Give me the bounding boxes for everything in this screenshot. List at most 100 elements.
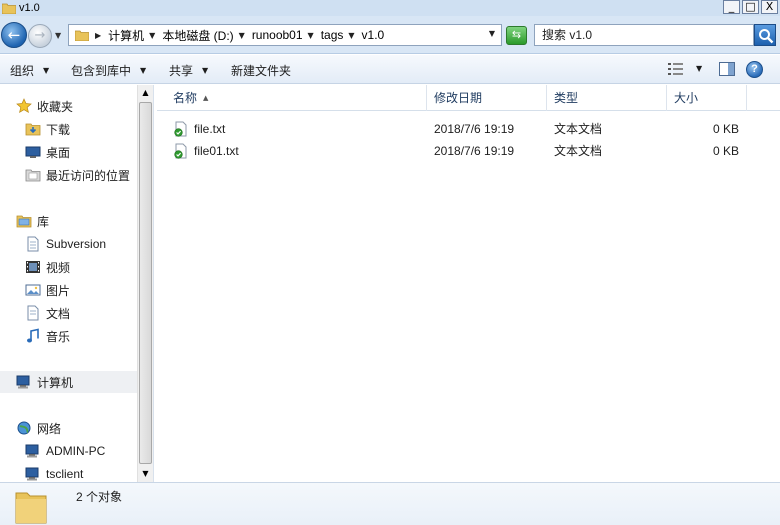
sort-ascending-icon: ▲ — [203, 94, 209, 102]
nav-item-tsclient[interactable]: tsclient — [0, 463, 137, 482]
nav-libraries[interactable]: 库 — [0, 210, 137, 232]
nav-label: ADMIN-PC — [46, 444, 106, 458]
nav-label: 网络 — [37, 421, 62, 436]
folder-icon — [2, 3, 16, 14]
back-button[interactable]: ← — [1, 22, 27, 48]
chevron-right-icon[interactable]: ▶ — [95, 31, 101, 40]
minimize-button[interactable]: _ — [723, 0, 740, 14]
nav-item-videos[interactable]: 视频 — [0, 256, 137, 278]
nav-label: 库 — [37, 214, 50, 229]
address-bar[interactable]: ▶ 计算机 ▼ 本地磁盘 (D:) ▼ runoob01 ▼ tags ▼ v1… — [68, 24, 502, 46]
music-icon — [27, 328, 39, 343]
view-options-icon[interactable] — [668, 63, 684, 75]
share-menu[interactable]: 共享 ▼ — [169, 62, 208, 79]
address-row: ← → ▼ ▶ 计算机 ▼ 本地磁盘 (D:) ▼ runoob01 ▼ tag… — [0, 16, 780, 54]
breadcrumb-item[interactable]: v1.0 — [362, 28, 385, 42]
maximize-button[interactable]: □ — [742, 0, 759, 14]
column-headers: 名称 ▲ 修改日期 类型 大小 — [157, 85, 780, 111]
file-modified: 2018/7/6 19:19 — [434, 144, 515, 158]
share-label: 共享 — [169, 64, 194, 78]
nav-label: tsclient — [46, 467, 84, 481]
item-count: 2 个对象 — [76, 490, 123, 504]
video-icon — [26, 261, 40, 273]
chevron-down-icon[interactable]: ▼ — [308, 31, 314, 40]
nav-item-documents[interactable]: 文档 — [0, 302, 137, 324]
new-folder-label: 新建文件夹 — [231, 64, 292, 78]
file-modified: 2018/7/6 19:19 — [434, 122, 515, 136]
nav-item-music[interactable]: 音乐 — [0, 325, 137, 347]
column-label: 名称 — [173, 91, 198, 105]
downloads-folder-icon — [25, 123, 41, 136]
chevron-down-icon: ▼ — [43, 66, 50, 75]
chevron-down-icon[interactable]: ▼ — [239, 31, 245, 40]
refresh-button[interactable]: ⇆ — [506, 26, 527, 45]
include-in-library-label: 包含到库中 — [71, 64, 132, 78]
file-type: 文本文档 — [554, 144, 603, 158]
column-header-name[interactable]: 名称 ▲ — [157, 85, 427, 111]
table-row[interactable]: file01.txt 2018/7/6 19:19 文本文档 0 KB — [157, 140, 780, 162]
nav-item-recent-places[interactable]: 最近访问的位置 — [0, 164, 137, 186]
column-header-modified[interactable]: 修改日期 — [427, 85, 547, 111]
search-icon — [759, 29, 774, 44]
column-label: 修改日期 — [434, 91, 483, 105]
network-icon — [17, 421, 31, 435]
nav-label: 下载 — [46, 122, 71, 137]
file-name-cell[interactable]: file.txt — [173, 118, 225, 140]
nav-computer[interactable]: 计算机 — [0, 371, 137, 393]
nav-item-desktop[interactable]: 桌面 — [0, 141, 137, 163]
nav-label: 收藏夹 — [37, 99, 74, 114]
help-button[interactable]: ? — [746, 61, 763, 78]
table-row[interactable]: file.txt 2018/7/6 19:19 文本文档 0 KB — [157, 118, 780, 140]
breadcrumb-item[interactable]: runoob01 — [252, 28, 303, 42]
nav-network[interactable]: 网络 — [0, 417, 137, 439]
file-name: file.txt — [194, 122, 226, 136]
search-input[interactable]: 搜索 v1.0 — [534, 24, 754, 46]
nav-item-admin-pc[interactable]: ADMIN-PC — [0, 440, 137, 462]
title-bar: v1.0 _ □ X — [0, 0, 780, 16]
breadcrumb-item[interactable]: 本地磁盘 (D:) — [162, 27, 233, 44]
nav-label: 图片 — [46, 283, 71, 298]
nav-label: Subversion — [46, 237, 107, 251]
file-name-cell[interactable]: file01.txt — [173, 140, 239, 162]
include-in-library-menu[interactable]: 包含到库中 ▼ — [71, 62, 146, 79]
preview-pane-button[interactable] — [719, 62, 735, 76]
new-folder-button[interactable]: 新建文件夹 — [231, 62, 291, 79]
breadcrumb-item[interactable]: tags — [321, 28, 344, 42]
file-name: file01.txt — [194, 144, 239, 158]
nav-scrollbar[interactable]: ▲ ▼ — [137, 85, 153, 482]
close-button[interactable]: X — [761, 0, 778, 14]
nav-label: 计算机 — [37, 375, 74, 390]
desktop-icon — [25, 146, 41, 158]
document-library-icon — [27, 236, 39, 252]
nav-item-downloads[interactable]: 下载 — [0, 118, 137, 140]
column-label: 大小 — [674, 91, 699, 105]
nav-item-subversion[interactable]: Subversion — [0, 233, 137, 255]
recent-pages-dropdown[interactable]: ▼ — [55, 31, 61, 40]
folder-icon — [15, 492, 47, 524]
column-header-type[interactable]: 类型 — [547, 85, 667, 111]
folder-icon — [75, 30, 89, 41]
column-label: 类型 — [554, 91, 579, 105]
breadcrumb: ▶ 计算机 ▼ 本地磁盘 (D:) ▼ runoob01 ▼ tags ▼ v1… — [95, 27, 384, 44]
column-header-size[interactable]: 大小 — [667, 85, 747, 111]
file-size: 0 KB — [712, 144, 739, 158]
nav-label: 视频 — [46, 260, 71, 275]
libraries-icon — [16, 215, 32, 228]
file-list: 名称 ▲ 修改日期 类型 大小 file.txt 2018/7/6 19:19 文… — [157, 85, 780, 482]
chevron-down-icon[interactable]: ▼ — [696, 64, 702, 73]
chevron-down-icon[interactable]: ▼ — [348, 31, 354, 40]
computer-icon — [16, 375, 30, 389]
nav-label: 最近访问的位置 — [46, 168, 131, 183]
nav-label: 桌面 — [46, 145, 71, 160]
search-button[interactable] — [754, 24, 776, 46]
forward-button[interactable]: → — [28, 24, 52, 48]
nav-item-pictures[interactable]: 图片 — [0, 279, 137, 301]
address-history-dropdown[interactable]: ▼ — [489, 29, 495, 38]
organize-menu[interactable]: 组织 ▼ — [10, 62, 49, 79]
chevron-down-icon[interactable]: ▼ — [149, 31, 155, 40]
breadcrumb-item[interactable]: 计算机 — [108, 27, 144, 44]
nav-favorites[interactable]: 收藏夹 — [0, 95, 137, 117]
scrollbar-thumb[interactable] — [139, 102, 152, 464]
scroll-up-arrow-icon[interactable]: ▲ — [138, 85, 153, 101]
scroll-down-arrow-icon[interactable]: ▼ — [138, 466, 153, 482]
